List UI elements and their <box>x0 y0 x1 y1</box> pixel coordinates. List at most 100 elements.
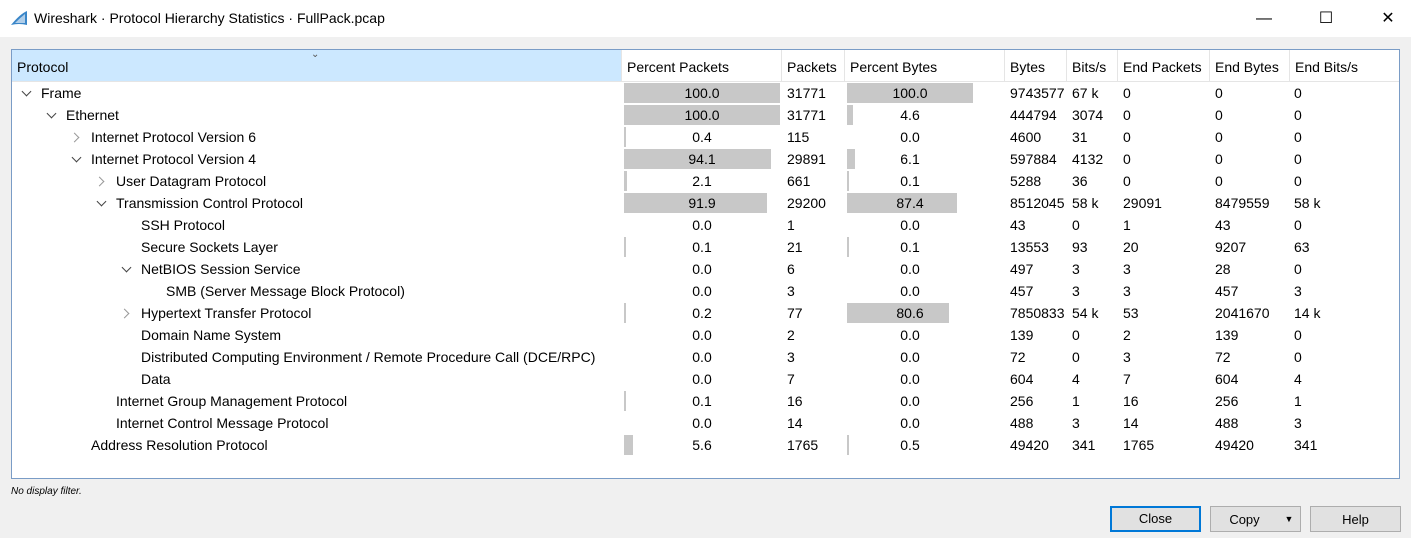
tree-row[interactable]: Internet Control Message Protocol 0.0 0.0 1… <box>12 412 1399 434</box>
percent-packets-cell: 0.0 <box>624 369 780 389</box>
copy-button[interactable]: Copy ▼ <box>1210 506 1301 532</box>
protocol-name: NetBIOS Session Service <box>141 261 301 277</box>
percent-packets-value: 0.1 <box>692 239 712 255</box>
column-header-label: Protocol <box>17 59 69 75</box>
column-header-protocol[interactable]: Protocol ⌄ <box>12 50 622 81</box>
column-header-percent-packets[interactable]: Percent Packets <box>622 50 782 81</box>
bits-value: 341 <box>1072 437 1096 453</box>
bits-value: 4132 <box>1072 151 1104 167</box>
bytes-value: 604 <box>1010 371 1034 387</box>
display-filter-status: No display filter. <box>11 486 82 497</box>
bytes-value: 497 <box>1010 261 1034 277</box>
percent-bytes-value: 0.0 <box>900 327 920 343</box>
percent-packets-cell: 0.0 <box>624 413 780 433</box>
percent-packets-value: 91.9 <box>688 195 716 211</box>
expand-open-chevron-icon[interactable] <box>20 82 34 104</box>
percent-bytes-cell: 0.0 <box>847 391 973 411</box>
end-packets-value: 0 <box>1123 107 1131 123</box>
end-packets-value: 0 <box>1123 151 1131 167</box>
column-header-end-bytes[interactable]: End Bytes <box>1210 50 1290 81</box>
protocol-name: Address Resolution Protocol <box>91 437 268 453</box>
protocol-name: Frame <box>41 85 82 101</box>
end-bytes-value: 0 <box>1215 107 1223 123</box>
percent-packets-cell: 94.1 <box>624 149 780 169</box>
column-header-percent-bytes[interactable]: Percent Bytes <box>845 50 1005 81</box>
expand-open-chevron-icon[interactable] <box>70 148 84 170</box>
column-header-bits-per-sec[interactable]: Bits/s <box>1067 50 1118 81</box>
close-button[interactable]: Close <box>1110 506 1201 532</box>
tree-row[interactable]: Internet Group Management Protocol 0.1 0.0… <box>12 390 1399 412</box>
percent-bytes-cell: 87.4 <box>847 193 973 213</box>
column-header-packets[interactable]: Packets <box>782 50 845 81</box>
percent-bytes-value: 80.6 <box>896 305 924 321</box>
minimize-button[interactable]: — <box>1241 0 1287 37</box>
percent-packets-value: 0.0 <box>692 327 712 343</box>
tree-row[interactable]: SSH Protocol 0.0 0.0 1 43 0 1 43 0 <box>12 214 1399 236</box>
tree-row[interactable]: Data 0.0 0.0 7 604 4 7 604 4 <box>12 368 1399 390</box>
percent-bytes-value: 0.0 <box>900 217 920 233</box>
expand-open-chevron-icon[interactable] <box>95 192 109 214</box>
percent-bytes-value: 6.1 <box>900 151 920 167</box>
protocol-hierarchy-tree[interactable]: Protocol ⌄ Percent Packets Packets Perce… <box>11 49 1400 479</box>
maximize-button[interactable]: ☐ <box>1303 0 1349 37</box>
tree-row[interactable]: SMB (Server Message Block Protocol) 0.0 0.… <box>12 280 1399 302</box>
percent-bytes-cell: 0.1 <box>847 171 973 191</box>
percent-packets-value: 0.0 <box>692 261 712 277</box>
close-window-button[interactable]: ✕ <box>1365 0 1411 37</box>
tree-row[interactable]: Address Resolution Protocol 5.6 0.5 1765 494… <box>12 434 1399 456</box>
percent-packets-cell: 0.2 <box>624 303 780 323</box>
percent-bytes-value: 87.4 <box>896 195 924 211</box>
packets-value: 661 <box>787 173 811 189</box>
end-bytes-value: 9207 <box>1215 239 1247 255</box>
tree-row[interactable]: Transmission Control Protocol 91.9 87.4 292… <box>12 192 1399 214</box>
dropdown-arrow-icon[interactable]: ▼ <box>1278 507 1300 531</box>
end-bytes-value: 0 <box>1215 151 1223 167</box>
tree-row[interactable]: Secure Sockets Layer 0.1 0.1 21 13553 93 20 920… <box>12 236 1399 258</box>
tree-row[interactable]: Ethernet 100.0 4.6 31771 444794 3074 0 0 0 <box>12 104 1399 126</box>
column-header-end-bits-per-sec[interactable]: End Bits/s <box>1290 50 1399 81</box>
end-packets-value: 1 <box>1123 217 1131 233</box>
column-header-end-packets[interactable]: End Packets <box>1118 50 1210 81</box>
bytes-value: 5288 <box>1010 173 1042 189</box>
expand-closed-chevron-icon[interactable] <box>70 126 84 148</box>
packets-value: 31771 <box>787 85 826 101</box>
end-packets-value: 3 <box>1123 261 1131 277</box>
percent-bytes-cell: 6.1 <box>847 149 973 169</box>
tree-row[interactable]: Domain Name System 0.0 0.0 2 139 0 2 139 0 <box>12 324 1399 346</box>
tree-row[interactable]: Frame 100.0 100.0 31771 9743577 67 k 0 0 0 <box>12 82 1399 104</box>
tree-row[interactable]: Distributed Computing Environment / Remo… <box>12 346 1399 368</box>
protocol-name: User Datagram Protocol <box>116 173 267 189</box>
packets-value: 14 <box>787 415 803 431</box>
percent-packets-value: 0.0 <box>692 283 712 299</box>
end-packets-value: 14 <box>1123 415 1139 431</box>
packets-value: 3 <box>787 349 795 365</box>
tree-row[interactable]: User Datagram Protocol 2.1 0.1 661 5288 36 0 0 0 <box>12 170 1399 192</box>
bytes-value: 9743577 <box>1010 85 1065 101</box>
bits-value: 3074 <box>1072 107 1104 123</box>
help-button[interactable]: Help <box>1310 506 1401 532</box>
tree-row[interactable]: Internet Protocol Version 6 0.4 0.0 115 4600… <box>12 126 1399 148</box>
tree-row[interactable]: NetBIOS Session Service 0.0 0.0 6 497 3 3 28 0 <box>12 258 1399 280</box>
protocol-name: Secure Sockets Layer <box>141 239 278 255</box>
end-bits-value: 0 <box>1294 173 1302 189</box>
percent-bytes-value: 0.1 <box>900 173 920 189</box>
end-packets-value: 53 <box>1123 305 1139 321</box>
tree-row[interactable]: Internet Protocol Version 4 94.1 6.1 29891 5… <box>12 148 1399 170</box>
tree-row[interactable]: Hypertext Transfer Protocol 0.2 80.6 77 7850… <box>12 302 1399 324</box>
end-bytes-value: 139 <box>1215 327 1239 343</box>
bits-value: 0 <box>1072 349 1080 365</box>
percent-packets-value: 0.0 <box>692 415 712 431</box>
percent-packets-value: 94.1 <box>688 151 716 167</box>
percent-bytes-value: 0.0 <box>900 415 920 431</box>
bytes-value: 49420 <box>1010 437 1049 453</box>
bytes-value: 444794 <box>1010 107 1057 123</box>
expand-closed-chevron-icon[interactable] <box>95 170 109 192</box>
bits-value: 0 <box>1072 217 1080 233</box>
column-header-bytes[interactable]: Bytes <box>1005 50 1067 81</box>
end-bytes-value: 2041670 <box>1215 305 1270 321</box>
packets-value: 6 <box>787 261 795 277</box>
expand-open-chevron-icon[interactable] <box>45 104 59 126</box>
expand-open-chevron-icon[interactable] <box>120 258 134 280</box>
end-packets-value: 16 <box>1123 393 1139 409</box>
expand-closed-chevron-icon[interactable] <box>120 302 134 324</box>
